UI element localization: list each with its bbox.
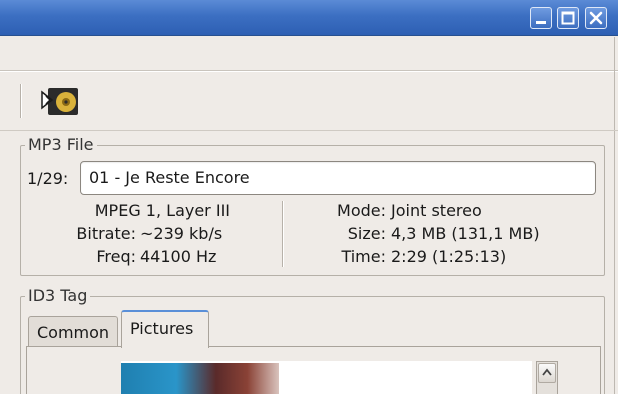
freq-value: 44100 Hz bbox=[140, 247, 217, 266]
window-right-edge bbox=[614, 37, 615, 394]
tab-pictures[interactable]: Pictures bbox=[121, 310, 209, 348]
tab-common-label: Common bbox=[37, 323, 110, 342]
close-button[interactable] bbox=[585, 7, 607, 29]
time-value: 2:29 (1:25:13) bbox=[391, 247, 507, 266]
toolbar-separator bbox=[0, 130, 618, 131]
menu-bar bbox=[0, 37, 618, 71]
size-value: 4,3 MB (131,1 MB) bbox=[391, 224, 540, 243]
bitrate-label: Bitrate: bbox=[76, 224, 136, 243]
track-position-label: 1/29: bbox=[27, 169, 69, 188]
filename-input[interactable]: 01 - Je Reste Encore bbox=[80, 161, 596, 195]
mode-label: Mode: bbox=[337, 201, 386, 220]
title-bar[interactable] bbox=[0, 0, 618, 36]
mp3-file-frame-label: MP3 File bbox=[25, 136, 97, 154]
mode-value: Joint stereo bbox=[391, 201, 482, 220]
minimize-icon bbox=[536, 21, 546, 24]
filename-value: 01 - Je Reste Encore bbox=[89, 168, 250, 187]
maximize-icon bbox=[561, 11, 575, 25]
minimize-button[interactable] bbox=[530, 7, 552, 29]
maximize-button[interactable] bbox=[557, 7, 579, 29]
cd-forward-icon bbox=[41, 88, 78, 115]
freq-label: Freq: bbox=[96, 247, 136, 266]
toolbar-handle[interactable] bbox=[20, 84, 22, 118]
format-info: MPEG 1, Layer III bbox=[94, 201, 230, 220]
close-icon bbox=[589, 11, 603, 25]
tab-common[interactable]: Common bbox=[28, 316, 118, 346]
chevron-up-icon bbox=[542, 368, 552, 376]
bitrate-value: ~239 kb/s bbox=[140, 224, 223, 243]
tab-pictures-label: Pictures bbox=[130, 319, 194, 338]
info-separator bbox=[282, 201, 284, 267]
album-cover-thumbnail[interactable] bbox=[121, 363, 279, 394]
scroll-up-button[interactable] bbox=[538, 363, 556, 383]
toolbar-button[interactable] bbox=[40, 84, 80, 118]
menu-separator-highlight bbox=[0, 71, 618, 72]
picture-scrollbar[interactable] bbox=[536, 361, 558, 394]
size-label: Size: bbox=[347, 224, 386, 243]
id3-tag-frame-label: ID3 Tag bbox=[25, 287, 91, 305]
time-label: Time: bbox=[341, 247, 386, 266]
